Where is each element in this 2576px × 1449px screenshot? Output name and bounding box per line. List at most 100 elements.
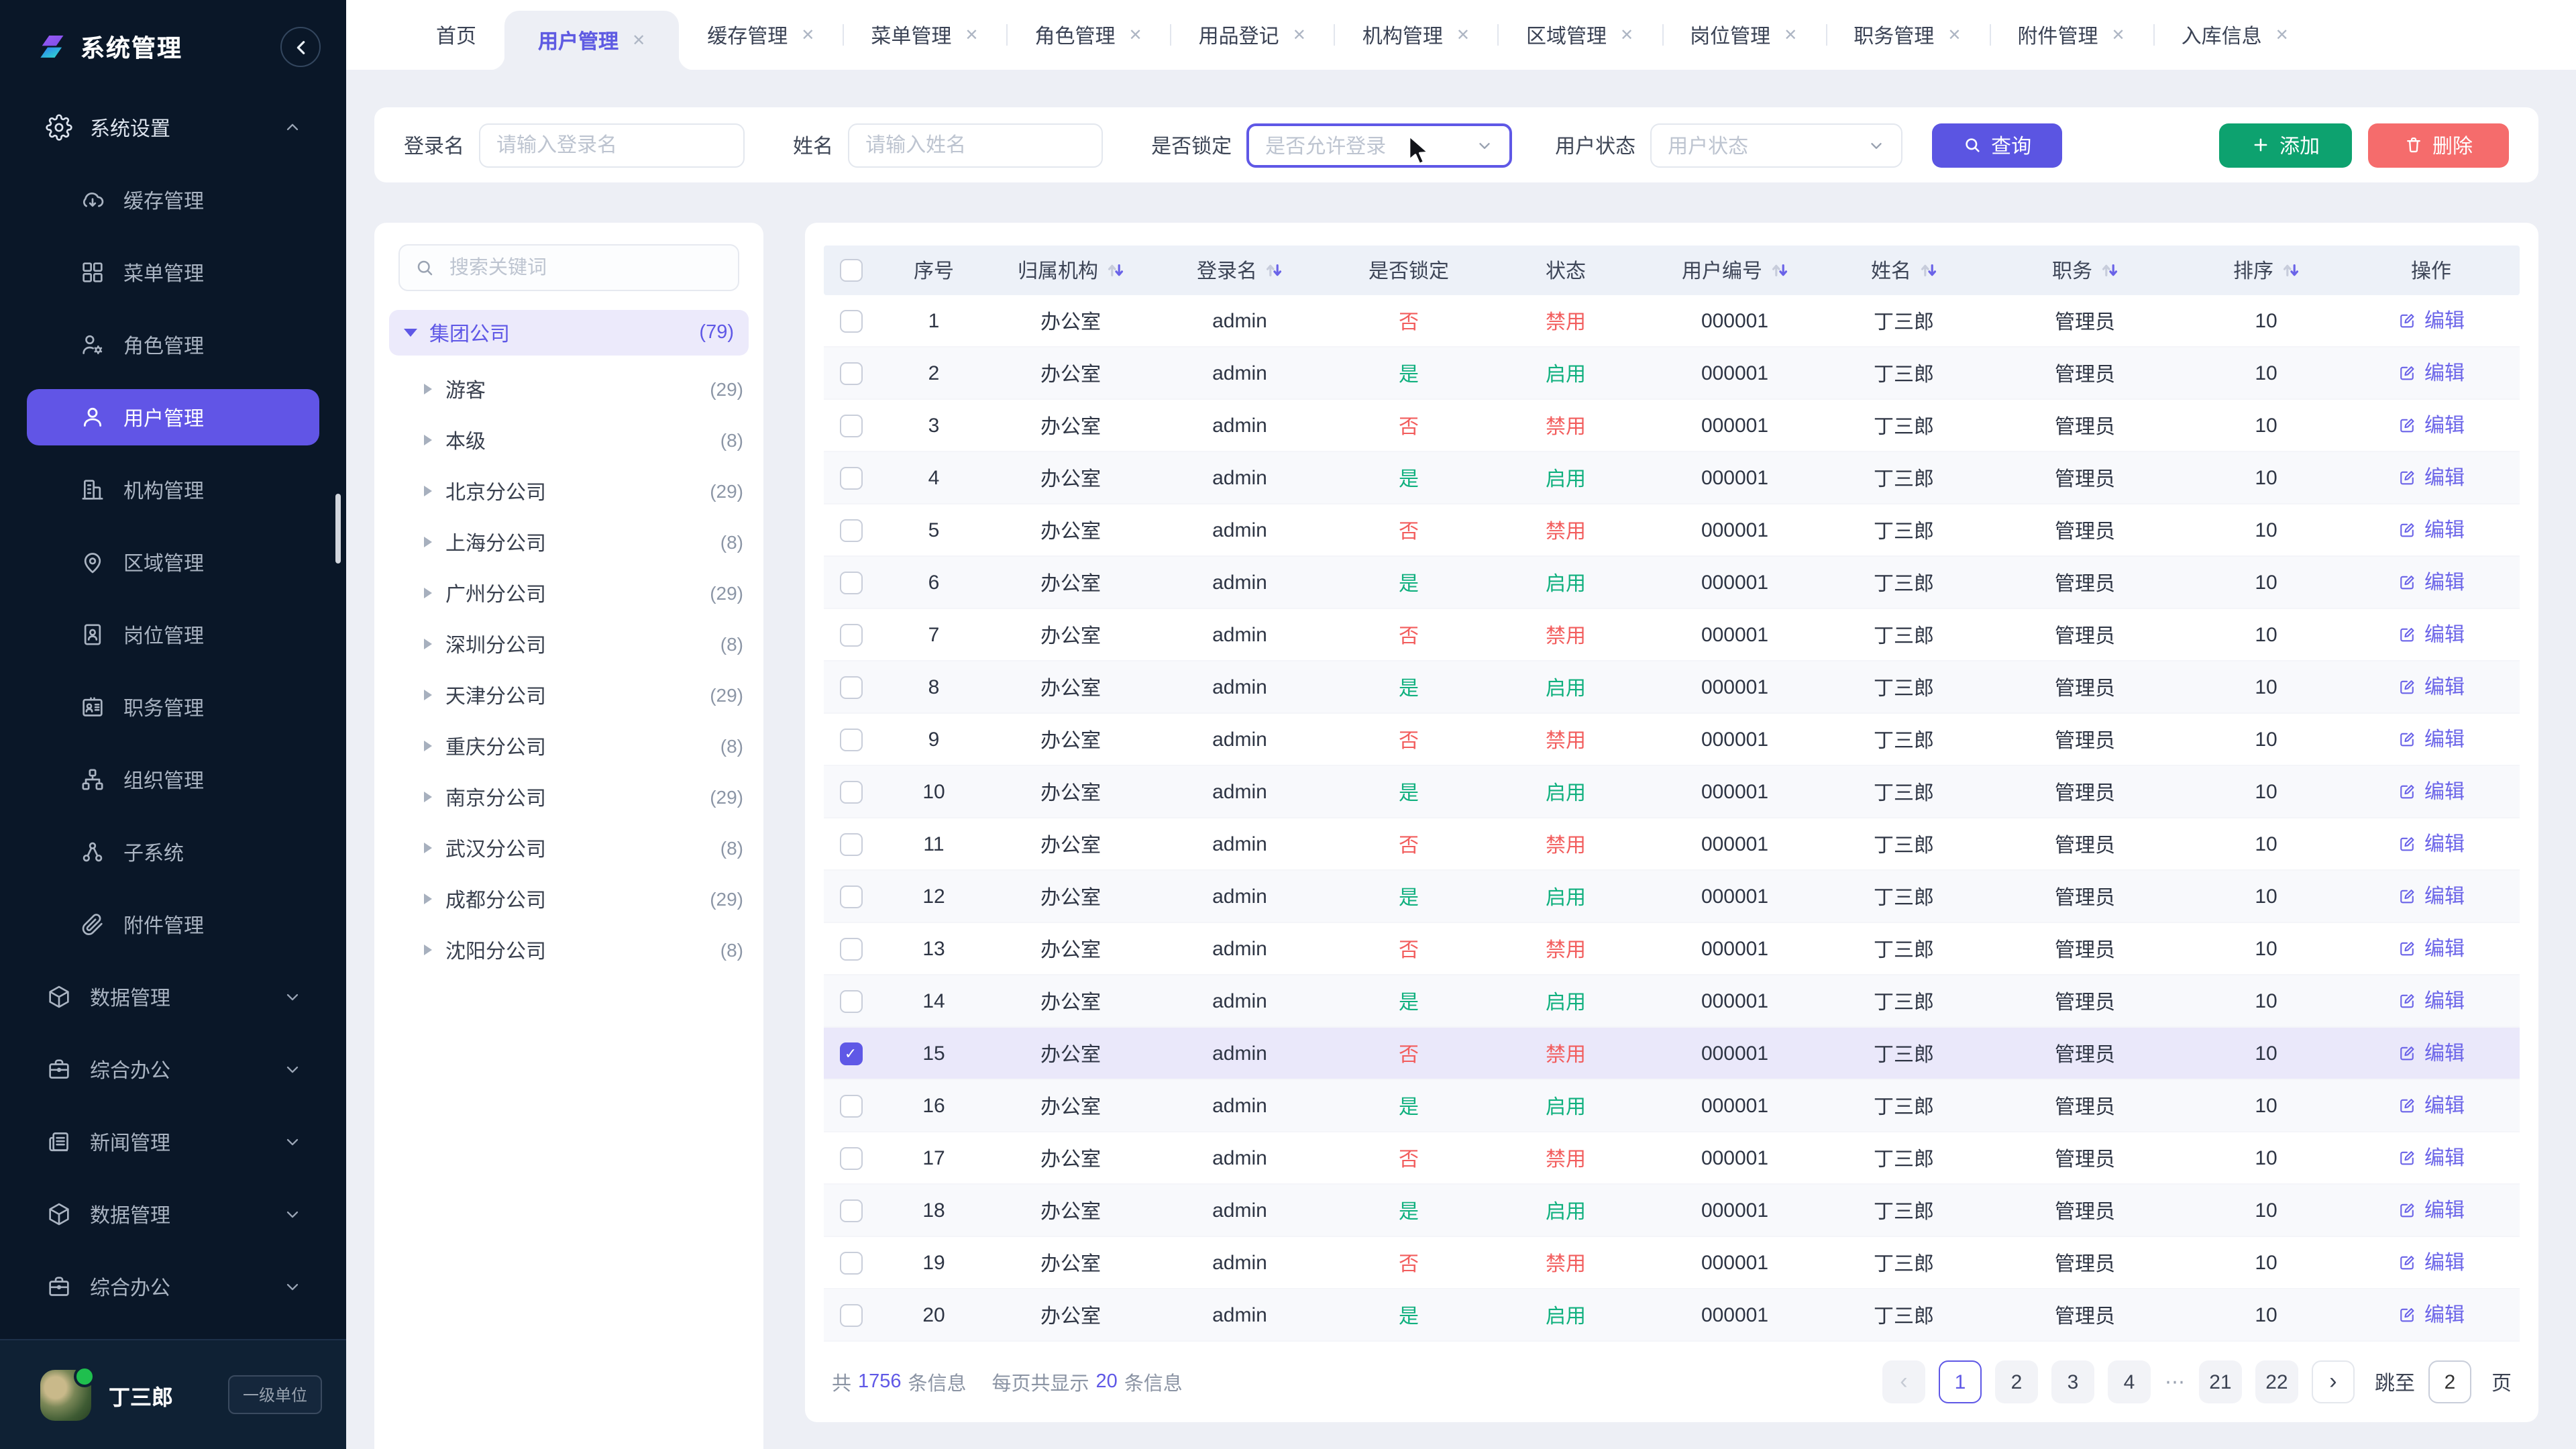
tree-node[interactable]: 游客 (29) [374, 364, 763, 415]
table-row[interactable]: 17 办公室 admin 否 禁用 000001 丁三郎 管理员 10 [824, 1132, 2520, 1185]
sidebar-group-data-management-2[interactable]: 数据管理 [0, 1178, 346, 1250]
table-row[interactable]: 14 办公室 admin 是 启用 000001 丁三郎 管理员 10 [824, 975, 2520, 1028]
delete-button[interactable]: 删除 [2368, 123, 2509, 167]
table-row[interactable]: 4 办公室 admin 是 启用 000001 丁三郎 管理员 10 [824, 452, 2520, 504]
row-checkbox[interactable] [839, 937, 862, 960]
name-input[interactable] [848, 123, 1103, 167]
row-checkbox[interactable] [839, 780, 862, 803]
row-checkbox[interactable] [839, 1251, 862, 1274]
close-tab-icon[interactable]: ✕ [2111, 27, 2125, 43]
sidebar-item-menu[interactable]: 菜单管理 [0, 236, 346, 309]
close-tab-icon[interactable]: ✕ [1620, 27, 1633, 43]
close-tab-icon[interactable]: ✕ [2275, 27, 2289, 43]
table-row[interactable]: 15 办公室 admin 否 禁用 000001 丁三郎 管理员 10 [824, 1028, 2520, 1080]
caret-right-icon[interactable] [424, 588, 432, 598]
tree-search-box[interactable] [398, 244, 739, 291]
sort-icon[interactable] [1919, 262, 1937, 279]
tab-user-management[interactable]: 用户管理 ✕ [504, 11, 679, 70]
user-avatar[interactable] [40, 1369, 91, 1420]
tab-post[interactable]: 岗位管理✕ [1662, 0, 1825, 70]
tree-node[interactable]: 重庆分公司 (8) [374, 720, 763, 771]
tree-node[interactable]: 天津分公司 (29) [374, 669, 763, 720]
edit-row-button[interactable]: 编辑 [2398, 1091, 2465, 1120]
row-checkbox[interactable] [839, 885, 862, 908]
row-checkbox[interactable] [839, 989, 862, 1012]
tree-node[interactable]: 本级 (8) [374, 415, 763, 466]
tab-inbound[interactable]: 入库信息✕ [2153, 0, 2317, 70]
caret-right-icon[interactable] [424, 435, 432, 445]
tree-node-root[interactable]: 集团公司 (79) [389, 310, 749, 356]
tree-node[interactable]: 南京分公司 (29) [374, 771, 763, 822]
sidebar-collapse-button[interactable] [280, 27, 321, 67]
sidebar-group-news[interactable]: 新闻管理 [0, 1106, 346, 1178]
edit-row-button[interactable]: 编辑 [2398, 1196, 2465, 1224]
column-header-org[interactable]: 归属机构 [990, 256, 1151, 284]
row-checkbox[interactable] [839, 519, 862, 541]
sidebar-item-org-structure[interactable]: 组织管理 [0, 743, 346, 816]
edit-row-button[interactable]: 编辑 [2398, 987, 2465, 1015]
table-row[interactable]: 3 办公室 admin 否 禁用 000001 丁三郎 管理员 10 [824, 400, 2520, 452]
caret-right-icon[interactable] [424, 639, 432, 649]
caret-right-icon[interactable] [424, 741, 432, 751]
previous-page-button[interactable]: ‹ [1882, 1360, 1925, 1403]
close-tab-icon[interactable]: ✕ [1784, 27, 1797, 43]
edit-row-button[interactable]: 编辑 [2398, 411, 2465, 439]
sidebar-group-system-settings[interactable]: 系统设置 [0, 91, 346, 164]
table-row[interactable]: 6 办公室 admin 是 启用 000001 丁三郎 管理员 10 [824, 557, 2520, 609]
edit-row-button[interactable]: 编辑 [2398, 882, 2465, 910]
sort-icon[interactable] [2100, 262, 2118, 279]
add-button[interactable]: 添加 [2219, 123, 2352, 167]
edit-row-button[interactable]: 编辑 [2398, 307, 2465, 335]
table-row[interactable]: 10 办公室 admin 是 启用 000001 丁三郎 管理员 10 [824, 766, 2520, 818]
edit-row-button[interactable]: 编辑 [2398, 464, 2465, 492]
sidebar-group-office[interactable]: 综合办公 [0, 1033, 346, 1106]
login-name-input[interactable] [479, 123, 745, 167]
column-header-order[interactable]: 排序 [2190, 256, 2343, 284]
row-checkbox[interactable] [839, 1303, 862, 1326]
row-checkbox[interactable] [839, 309, 862, 332]
sidebar-item-cache[interactable]: 缓存管理 [0, 164, 346, 236]
column-header-name[interactable]: 姓名 [1827, 256, 1980, 284]
tab-cache[interactable]: 缓存管理✕ [679, 0, 843, 70]
edit-row-button[interactable]: 编辑 [2398, 1144, 2465, 1172]
sort-icon[interactable] [1265, 262, 1283, 279]
close-tab-icon[interactable]: ✕ [1129, 27, 1142, 43]
edit-row-button[interactable]: 编辑 [2398, 830, 2465, 858]
table-row[interactable]: 13 办公室 admin 否 禁用 000001 丁三郎 管理员 10 [824, 923, 2520, 975]
row-checkbox[interactable] [839, 728, 862, 751]
caret-right-icon[interactable] [424, 537, 432, 547]
tree-search-input[interactable] [447, 256, 723, 280]
edit-row-button[interactable]: 编辑 [2398, 568, 2465, 596]
sidebar-group-data-management[interactable]: 数据管理 [0, 961, 346, 1033]
edit-row-button[interactable]: 编辑 [2398, 621, 2465, 649]
table-row[interactable]: 19 办公室 admin 否 禁用 000001 丁三郎 管理员 10 [824, 1237, 2520, 1289]
user-status-select[interactable]: 用户状态 [1650, 123, 1902, 167]
table-row[interactable]: 8 办公室 admin 是 启用 000001 丁三郎 管理员 10 [824, 661, 2520, 714]
page-number-button[interactable]: 3 [2051, 1360, 2094, 1403]
tab-attachment[interactable]: 附件管理✕ [1989, 0, 2153, 70]
edit-row-button[interactable]: 编辑 [2398, 1248, 2465, 1277]
next-page-button[interactable]: › [2312, 1360, 2355, 1403]
sidebar-scrollbar-thumb[interactable] [335, 494, 341, 564]
lock-select[interactable]: 是否允许登录 [1246, 123, 1512, 167]
row-checkbox[interactable] [839, 676, 862, 698]
table-row[interactable]: 5 办公室 admin 否 禁用 000001 丁三郎 管理员 10 [824, 504, 2520, 557]
sidebar-item-attachment[interactable]: 附件管理 [0, 888, 346, 961]
caret-right-icon[interactable] [424, 843, 432, 853]
caret-right-icon[interactable] [424, 486, 432, 496]
edit-row-button[interactable]: 编辑 [2398, 934, 2465, 963]
sidebar-item-region[interactable]: 区域管理 [0, 526, 346, 598]
close-tab-icon[interactable]: ✕ [632, 32, 645, 48]
table-row[interactable]: 12 办公室 admin 是 启用 000001 丁三郎 管理员 10 [824, 871, 2520, 923]
close-tab-icon[interactable]: ✕ [1293, 27, 1306, 43]
edit-row-button[interactable]: 编辑 [2398, 359, 2465, 387]
row-checkbox[interactable] [839, 1199, 862, 1222]
edit-row-button[interactable]: 编辑 [2398, 777, 2465, 806]
table-row[interactable]: 1 办公室 admin 否 禁用 000001 丁三郎 管理员 10 [824, 295, 2520, 347]
sidebar-item-user-management[interactable]: 用户管理 [27, 389, 319, 445]
caret-right-icon[interactable] [424, 690, 432, 700]
close-tab-icon[interactable]: ✕ [1456, 27, 1470, 43]
page-number-button[interactable]: 4 [2108, 1360, 2151, 1403]
tree-node[interactable]: 广州分公司 (29) [374, 568, 763, 619]
sidebar-item-organization[interactable]: 机构管理 [0, 453, 346, 526]
